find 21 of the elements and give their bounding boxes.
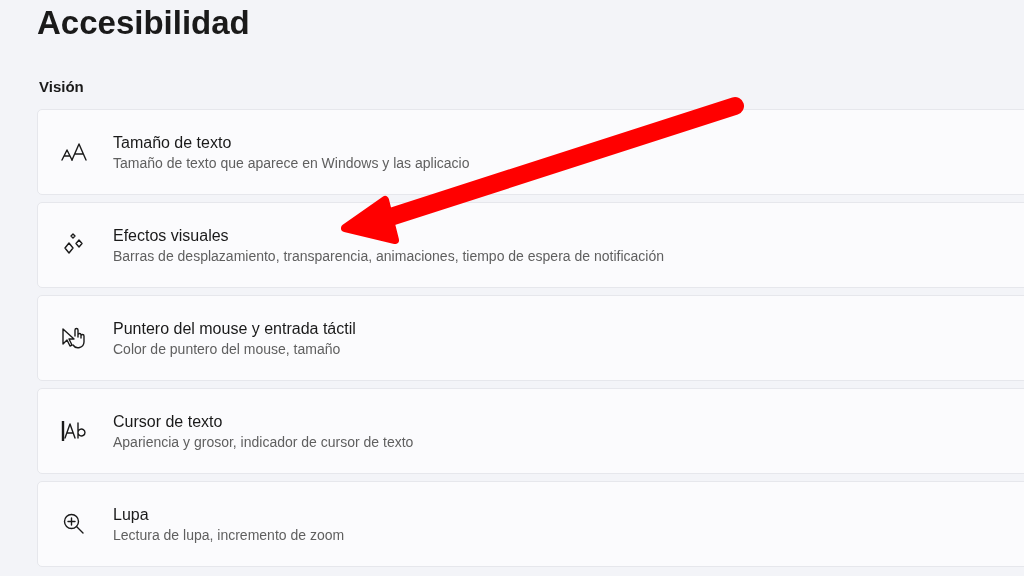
settings-card[interactable]: Efectos visuales Barras de desplazamiento, transparencia, animaciones, tiempo de espera de notificación xyxy=(37,201,1024,288)
settings-card[interactable]: Tamaño de texto Tamaño de texto que aparece en Windows y las aplicacio xyxy=(37,108,1024,195)
text-cursor-icon xyxy=(60,418,88,443)
settings-card[interactable]: Puntero del mouse y entrada táctil Color de puntero del mouse, tamaño xyxy=(37,294,1024,381)
card-title: Lupa xyxy=(113,504,150,525)
pointer-hand-icon xyxy=(60,325,88,350)
settings-card[interactable]: Lupa Lectura de lupa, incremento de zoom xyxy=(37,480,1024,567)
card-title: Cursor de texto xyxy=(113,411,224,432)
card-description: Barras de desplazamiento, transparencia, animaciones, tiempo de espera de notificación xyxy=(113,246,664,265)
card-title: Puntero del mouse y entrada táctil xyxy=(113,318,356,339)
card-title: Efectos visuales xyxy=(113,225,230,246)
section-heading: Visión xyxy=(38,77,84,97)
page-title: Accesibilidad xyxy=(37,6,250,39)
card-title: Tamaño de texto xyxy=(113,132,233,153)
card-description: Color de puntero del mouse, tamaño xyxy=(113,339,342,358)
card-description: Tamaño de texto que aparece en Windows y las aplicacio xyxy=(113,153,470,172)
card-description: Apariencia y grosor, indicador de cursor de texto xyxy=(113,432,414,451)
settings-card[interactable]: Cursor de texto Apariencia y grosor, indicador de cursor de texto xyxy=(37,387,1024,474)
card-description: Lectura de lupa, incremento de zoom xyxy=(113,525,345,544)
text-size-icon xyxy=(60,140,88,163)
zoom-in-icon xyxy=(62,511,86,536)
